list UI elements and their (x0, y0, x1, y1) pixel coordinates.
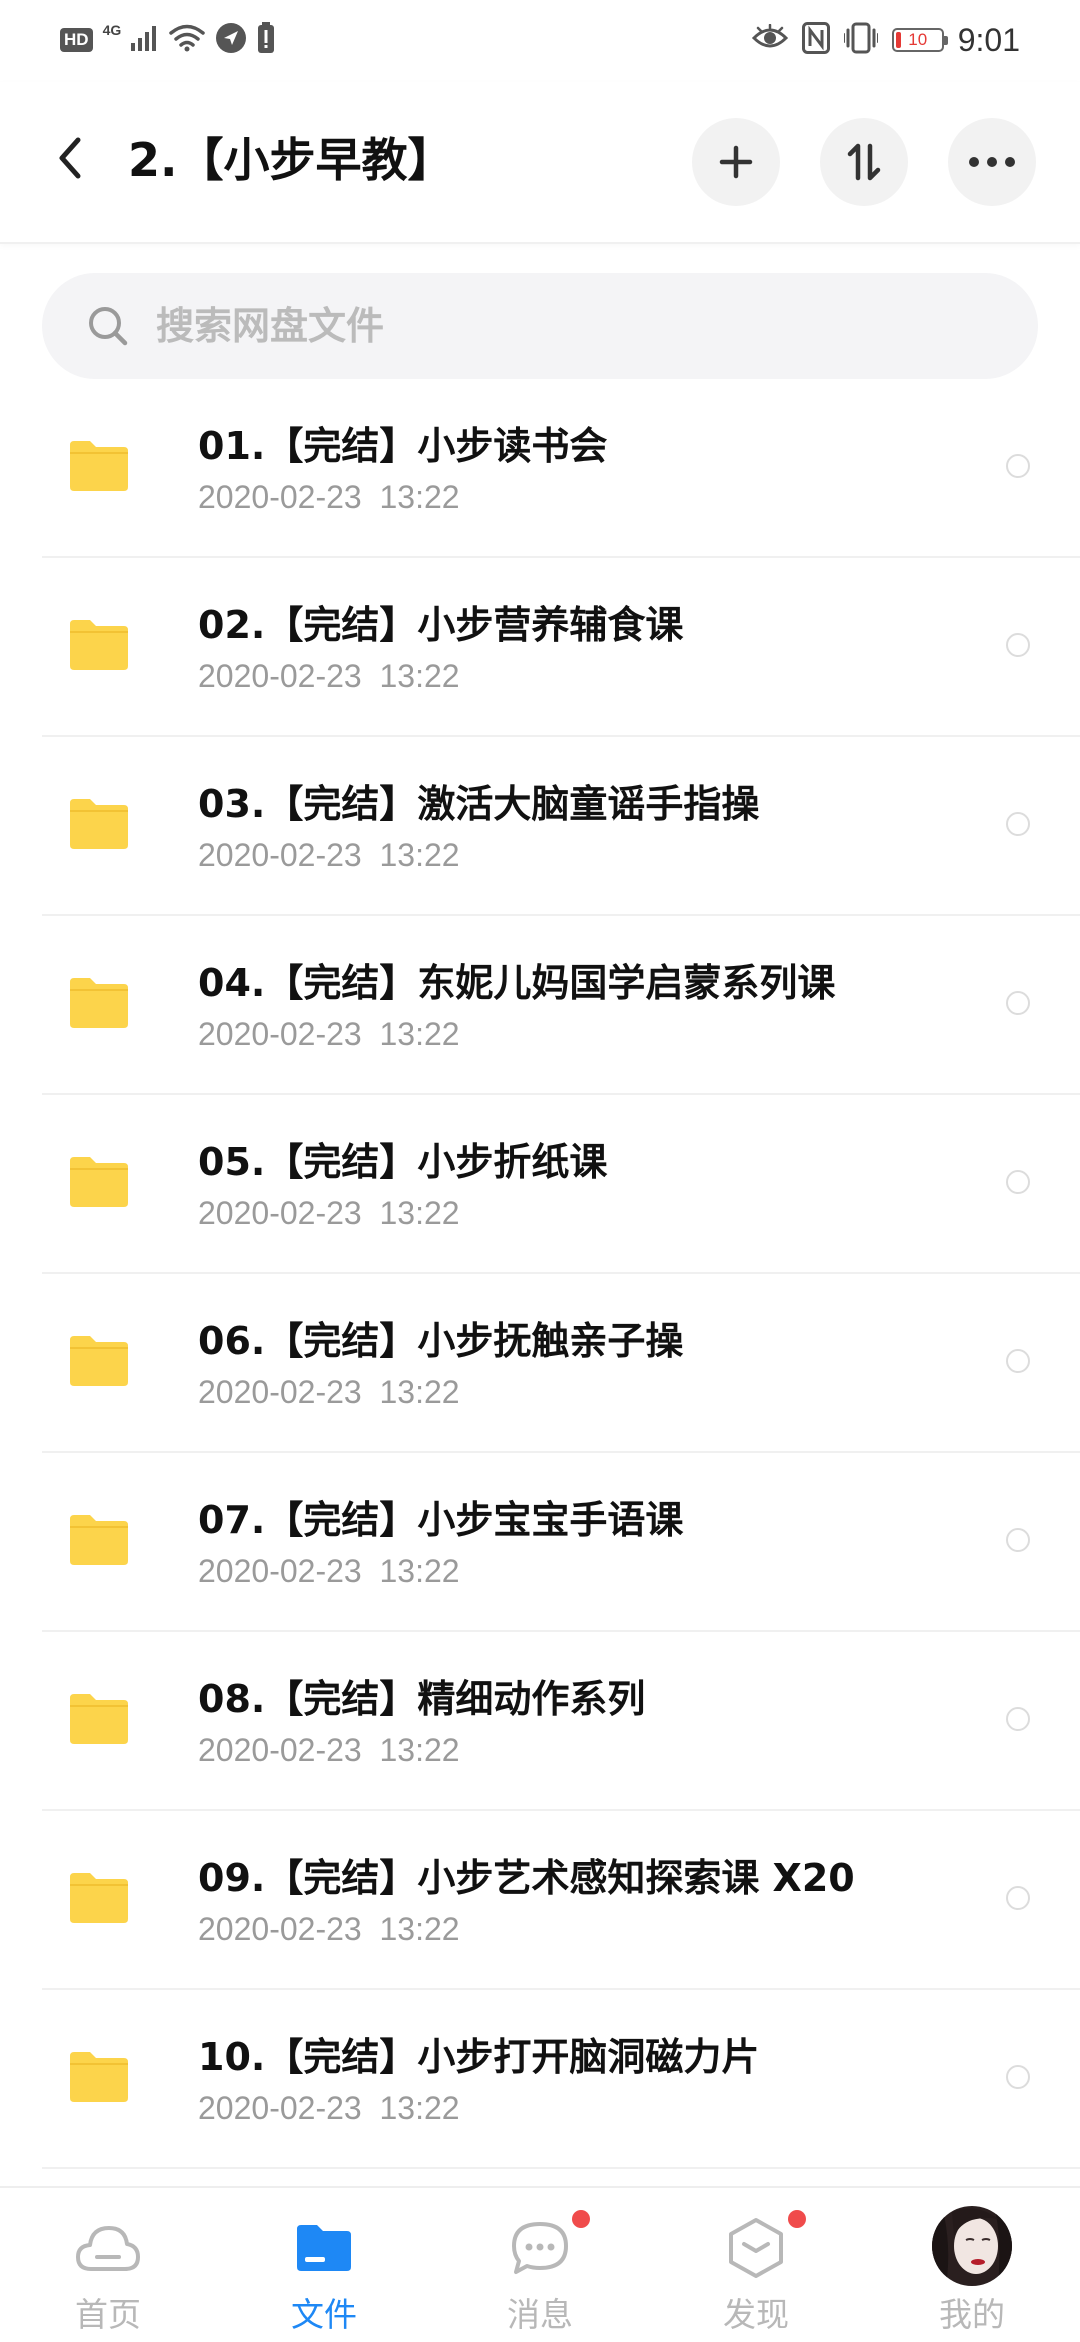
file-row[interactable]: 10.【完结】小步打开脑洞磁力片 2020-02-23 13:22 (42, 1990, 1080, 2169)
file-name: 03.【完结】激活大脑童谣手指操 (198, 782, 760, 826)
select-checkbox[interactable] (1006, 812, 1030, 836)
sort-button[interactable] (820, 118, 908, 206)
file-row[interactable]: 05.【完结】小步折纸课 2020-02-23 13:22 (42, 1095, 1080, 1274)
signal-icon (131, 25, 159, 55)
back-arrow-icon (59, 137, 81, 179)
back-button[interactable] (42, 130, 98, 186)
nav-mine[interactable]: 我的 (864, 2188, 1080, 2342)
file-row[interactable]: 08.【完结】精细动作系列 2020-02-23 13:22 (42, 1632, 1080, 1811)
folder-icon (68, 976, 130, 1030)
file-row[interactable]: 07.【完结】小步宝宝手语课 2020-02-23 13:22 (42, 1453, 1080, 1632)
select-checkbox[interactable] (1006, 2065, 1030, 2089)
folder-icon (68, 1513, 130, 1567)
nav-discover-label: 发现 (723, 2295, 789, 2334)
file-row[interactable]: 03.【完结】激活大脑童谣手指操 2020-02-23 13:22 (42, 737, 1080, 916)
location-icon (215, 22, 247, 58)
alert-battery-icon (257, 22, 275, 58)
file-date: 2020-02-23 13:22 (198, 1732, 460, 1768)
more-dots-icon (969, 157, 1015, 167)
plus-icon (719, 145, 753, 179)
file-row[interactable]: 09.【完结】小步艺术感知探索课 X20 2020-02-23 13:22 (42, 1811, 1080, 1990)
search-input[interactable] (154, 303, 978, 349)
more-button[interactable] (948, 118, 1036, 206)
file-row[interactable]: 04.【完结】东妮儿妈国学启蒙系列课 2020-02-23 13:22 (42, 916, 1080, 1095)
bottom-nav: 首页 文件 消息 发现 我的 (0, 2186, 1080, 2342)
cloud-icon (74, 2216, 142, 2280)
messages-badge (572, 2210, 590, 2228)
folder-icon (68, 1334, 130, 1388)
folder-icon (68, 439, 130, 493)
folder-icon (68, 1155, 130, 1209)
add-button[interactable] (692, 118, 780, 206)
file-name: 07.【完结】小步宝宝手语课 (198, 1498, 684, 1542)
file-date: 2020-02-23 13:22 (198, 837, 460, 873)
status-time: 9:01 (957, 21, 1020, 58)
network-type-label: 4G (102, 22, 122, 38)
folder-icon (68, 618, 130, 672)
file-name: 05.【完结】小步折纸课 (198, 1140, 608, 1184)
discover-box-icon (722, 2216, 790, 2280)
file-date: 2020-02-23 13:22 (198, 2090, 460, 2126)
search-bar[interactable] (42, 273, 1038, 379)
file-row[interactable]: 02.【完结】小步营养辅食课 2020-02-23 13:22 (42, 558, 1080, 737)
file-date: 2020-02-23 13:22 (198, 1016, 460, 1052)
wifi-icon (169, 24, 205, 56)
file-list: 01.【完结】小步读书会 2020-02-23 13:22 02.【完结】小步营养辅… (0, 379, 1080, 2169)
hd-badge: HD (60, 28, 93, 52)
battery-icon: 10 (891, 28, 948, 52)
select-checkbox[interactable] (1006, 633, 1030, 657)
avatar (932, 2206, 1012, 2286)
battery-level: 10 (908, 30, 928, 49)
sort-icon (847, 143, 881, 181)
file-date: 2020-02-23 13:22 (198, 1195, 460, 1231)
page-title: 2.【小步早教】 (128, 133, 454, 187)
nav-messages-label: 消息 (507, 2295, 573, 2334)
folder-icon (290, 2216, 358, 2280)
select-checkbox[interactable] (1006, 1528, 1030, 1552)
file-date: 2020-02-23 13:22 (198, 1374, 460, 1410)
nfc-icon (801, 22, 830, 58)
select-checkbox[interactable] (1006, 1349, 1030, 1373)
file-date: 2020-02-23 13:22 (198, 479, 460, 515)
status-bar: HD 4G 10 9:01 (0, 0, 1080, 82)
select-checkbox[interactable] (1006, 1170, 1030, 1194)
file-name: 06.【完结】小步抚触亲子操 (198, 1319, 684, 1363)
file-name: 04.【完结】东妮儿妈国学启蒙系列课 (198, 961, 836, 1005)
file-name: 09.【完结】小步艺术感知探索课 X20 (198, 1856, 855, 1900)
nav-discover[interactable]: 发现 (648, 2188, 864, 2342)
select-checkbox[interactable] (1006, 991, 1030, 1015)
folder-icon (68, 1692, 130, 1746)
file-date: 2020-02-23 13:22 (198, 658, 460, 694)
nav-files[interactable]: 文件 (216, 2188, 432, 2342)
discover-badge (788, 2210, 806, 2228)
file-name: 10.【完结】小步打开脑洞磁力片 (198, 2035, 760, 2079)
nav-home-label: 首页 (75, 2295, 141, 2334)
chat-bubble-icon (506, 2216, 574, 2280)
search-icon (84, 302, 132, 350)
file-row[interactable]: 01.【完结】小步读书会 2020-02-23 13:22 (42, 379, 1080, 558)
file-name: 08.【完结】精细动作系列 (198, 1677, 646, 1721)
folder-icon (68, 797, 130, 851)
file-name: 01.【完结】小步读书会 (198, 424, 608, 468)
file-date: 2020-02-23 13:22 (198, 1911, 460, 1947)
folder-icon (68, 2050, 130, 2104)
file-date: 2020-02-23 13:22 (198, 1553, 460, 1589)
page-header: 2.【小步早教】 (0, 82, 1080, 244)
file-row[interactable]: 06.【完结】小步抚触亲子操 2020-02-23 13:22 (42, 1274, 1080, 1453)
select-checkbox[interactable] (1006, 454, 1030, 478)
nav-files-label: 文件 (291, 2295, 357, 2334)
vibrate-icon (842, 22, 879, 58)
folder-icon (68, 1871, 130, 1925)
eye-icon (751, 23, 788, 56)
select-checkbox[interactable] (1006, 1886, 1030, 1910)
nav-mine-label: 我的 (939, 2295, 1005, 2334)
nav-messages[interactable]: 消息 (432, 2188, 648, 2342)
file-name: 02.【完结】小步营养辅食课 (198, 603, 684, 647)
select-checkbox[interactable] (1006, 1707, 1030, 1731)
nav-home[interactable]: 首页 (0, 2188, 216, 2342)
